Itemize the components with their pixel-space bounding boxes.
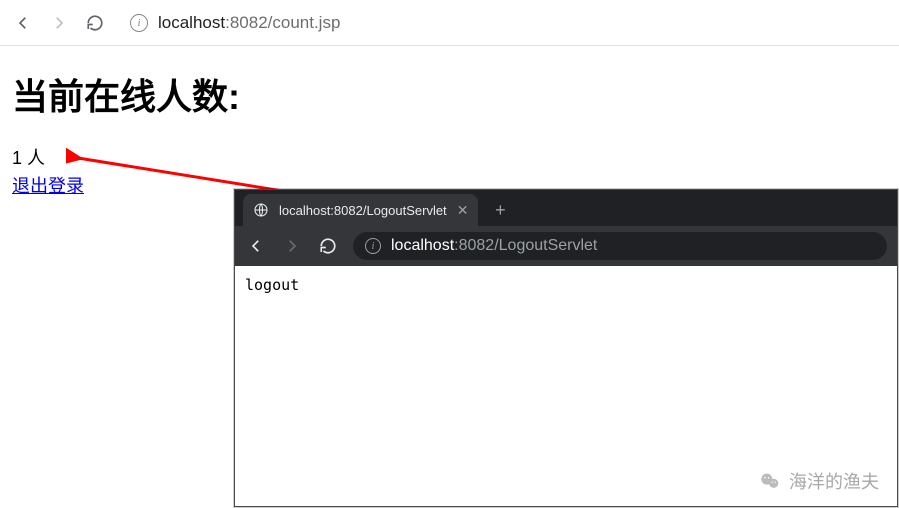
inner-back-button[interactable]: [245, 235, 267, 257]
reload-button[interactable]: [84, 12, 106, 34]
tab-close-icon[interactable]: ✕: [457, 202, 469, 219]
inner-address-bar[interactable]: i localhost:8082/LogoutServlet: [353, 232, 887, 260]
page-content: 当前在线人数: 1 人 退出登录: [0, 46, 899, 210]
url-domain: localhost: [158, 13, 225, 32]
inner-url-text: localhost:8082/LogoutServlet: [391, 237, 597, 255]
site-info-icon[interactable]: i: [130, 14, 148, 32]
inner-reload-button[interactable]: [317, 235, 339, 257]
inner-browser-window: localhost:8082/LogoutServlet ✕ + i local…: [234, 189, 898, 507]
watermark-text: 海洋的渔夫: [789, 468, 879, 494]
inner-site-info-icon[interactable]: i: [365, 238, 381, 254]
url-path: :8082/count.jsp: [225, 13, 340, 32]
page-heading: 当前在线人数:: [12, 68, 887, 120]
url-text: localhost:8082/count.jsp: [158, 13, 340, 33]
inner-tab[interactable]: localhost:8082/LogoutServlet ✕: [243, 194, 478, 226]
forward-button[interactable]: [48, 12, 70, 34]
watermark: 海洋的渔夫: [759, 468, 879, 494]
inner-url-domain: localhost: [391, 237, 454, 254]
top-browser-toolbar: i localhost:8082/count.jsp: [0, 0, 899, 46]
new-tab-button[interactable]: +: [486, 196, 514, 224]
address-bar[interactable]: i localhost:8082/count.jsp: [120, 8, 887, 38]
globe-icon: [253, 202, 269, 218]
inner-tabstrip: localhost:8082/LogoutServlet ✕ +: [235, 190, 897, 226]
inner-forward-button[interactable]: [281, 235, 303, 257]
inner-body-text: logout: [245, 276, 299, 294]
inner-url-path: :8082/LogoutServlet: [454, 237, 597, 254]
inner-tab-title: localhost:8082/LogoutServlet: [279, 203, 447, 218]
inner-page-body: logout: [235, 266, 897, 304]
inner-browser-toolbar: i localhost:8082/LogoutServlet: [235, 226, 897, 266]
online-count-text: 1 人: [12, 144, 887, 170]
back-button[interactable]: [12, 12, 34, 34]
logout-link[interactable]: 退出登录: [12, 176, 84, 196]
wechat-icon: [759, 470, 781, 492]
